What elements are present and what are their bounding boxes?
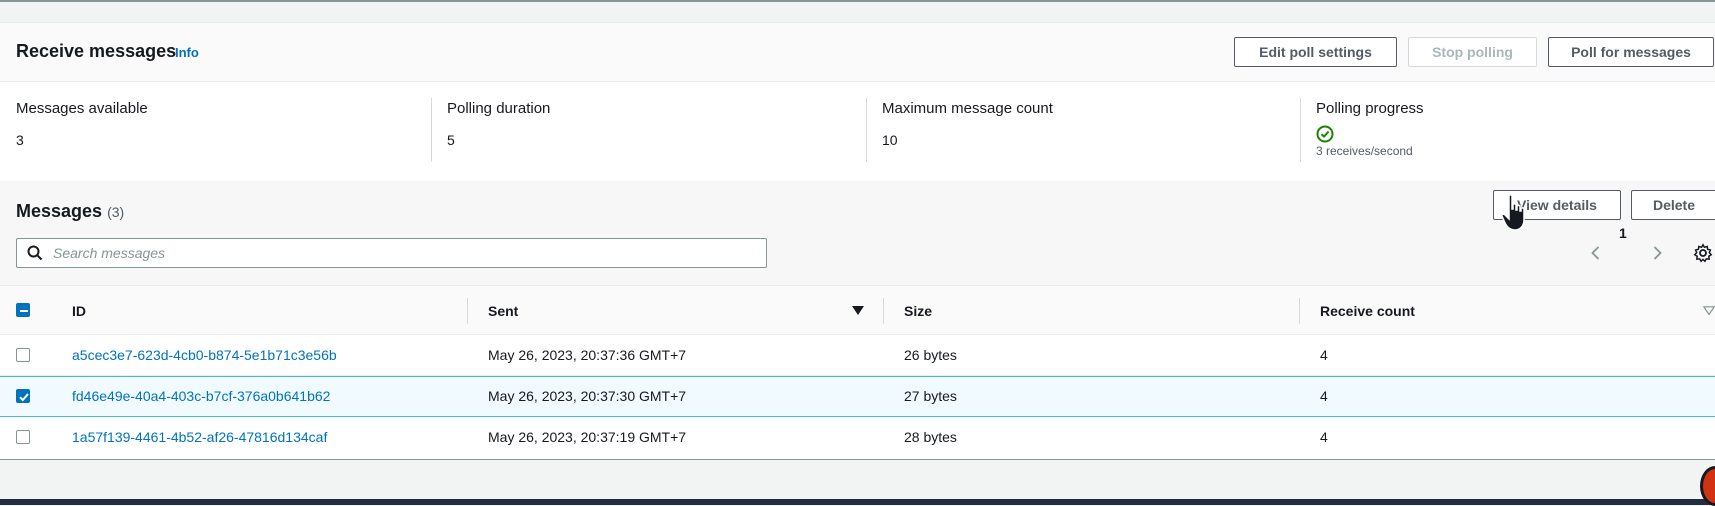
- stop-polling-button[interactable]: Stop polling: [1408, 37, 1537, 67]
- column-header-receive-count[interactable]: Receive count: [1320, 303, 1415, 319]
- messages-section: Messages (3) View details Delete 1: [0, 181, 1715, 285]
- delete-button[interactable]: Delete: [1631, 190, 1715, 220]
- message-id-link[interactable]: fd46e49e-40a4-403c-b7cf-376a0b641b62: [72, 388, 330, 404]
- receive-count-cell: 4: [1320, 388, 1328, 404]
- column-header-id[interactable]: ID: [72, 303, 86, 319]
- column-divider: [1299, 298, 1300, 324]
- panel-title: Receive messages: [16, 41, 177, 61]
- search-input[interactable]: [53, 239, 753, 267]
- checkmark-icon: [19, 393, 29, 402]
- messages-count: (3): [107, 204, 125, 220]
- indeterminate-icon: [20, 310, 28, 312]
- edit-poll-settings-button[interactable]: Edit poll settings: [1234, 37, 1397, 67]
- size-cell: 28 bytes: [904, 429, 957, 445]
- message-id-link[interactable]: a5cec3e7-623d-4cb0-b874-5e1b71c3e56b: [72, 347, 337, 363]
- receive-count-cell: 4: [1320, 429, 1328, 445]
- stat-label: Polling duration: [447, 100, 551, 117]
- stat-label: Polling progress: [1316, 100, 1424, 117]
- receive-messages-header: Receive messages Info Edit poll settings…: [0, 22, 1715, 82]
- table-row-selected[interactable]: fd46e49e-40a4-403c-b7cf-376a0b641b62 May…: [0, 376, 1715, 417]
- table-row[interactable]: a5cec3e7-623d-4cb0-b874-5e1b71c3e56b May…: [0, 335, 1715, 376]
- page-number[interactable]: 1: [1619, 225, 1627, 241]
- select-all-checkbox[interactable]: [16, 303, 30, 317]
- messages-table: ID Sent Size Receive count a5cec3e7-623d…: [0, 285, 1715, 460]
- stat-label: Messages available: [16, 100, 148, 117]
- sort-icon[interactable]: [1703, 306, 1715, 316]
- messages-title-text: Messages: [16, 201, 103, 221]
- gear-icon[interactable]: [1693, 243, 1713, 263]
- stat-value: 10: [882, 132, 898, 148]
- stat-messages-available: Messages available 3: [0, 82, 430, 162]
- table-row[interactable]: 1a57f139-4461-4b52-af26-47816d134caf May…: [0, 417, 1715, 458]
- divider: [431, 98, 432, 162]
- stat-polling-progress: Polling progress 3 receives/second: [1300, 82, 1715, 162]
- sent-cell: May 26, 2023, 20:37:30 GMT+7: [488, 388, 687, 404]
- search-icon: [27, 245, 43, 261]
- column-header-size[interactable]: Size: [904, 303, 932, 319]
- stat-polling-duration: Polling duration 5: [431, 82, 866, 162]
- poll-for-messages-button[interactable]: Poll for messages: [1548, 37, 1714, 67]
- search-box[interactable]: [16, 238, 767, 268]
- size-cell: 26 bytes: [904, 347, 957, 363]
- stat-label: Maximum message count: [882, 100, 1053, 117]
- chevron-left-icon[interactable]: [1586, 243, 1606, 263]
- top-divider: [0, 0, 1715, 22]
- row-checkbox[interactable]: [16, 430, 30, 444]
- messages-title: Messages (3): [16, 201, 124, 222]
- message-id-link[interactable]: 1a57f139-4461-4b52-af26-47816d134caf: [72, 429, 327, 445]
- row-checkbox[interactable]: [16, 348, 30, 362]
- divider: [1300, 98, 1301, 162]
- chevron-right-icon[interactable]: [1647, 243, 1667, 263]
- info-link[interactable]: Info: [175, 45, 199, 60]
- column-divider: [467, 298, 468, 324]
- polling-rate-text: 3 receives/second: [1316, 144, 1413, 158]
- hand-cursor-icon: [1501, 194, 1525, 231]
- table-header: ID Sent Size Receive count: [0, 285, 1715, 335]
- footer-bar: [0, 499, 1715, 505]
- sent-cell: May 26, 2023, 20:37:19 GMT+7: [488, 429, 687, 445]
- stat-value: 5: [447, 132, 455, 148]
- stat-value: 3: [16, 132, 24, 148]
- stat-maximum-message-count: Maximum message count 10: [866, 82, 1300, 162]
- sent-cell: May 26, 2023, 20:37:36 GMT+7: [488, 347, 687, 363]
- column-header-sent[interactable]: Sent: [488, 303, 518, 319]
- size-cell: 27 bytes: [904, 388, 957, 404]
- polling-stats: Messages available 3 Polling duration 5 …: [0, 82, 1715, 181]
- check-circle-icon: [1316, 125, 1334, 143]
- sort-descending-icon[interactable]: [852, 306, 864, 316]
- column-divider: [883, 298, 884, 324]
- receive-count-cell: 4: [1320, 347, 1328, 363]
- divider: [866, 98, 867, 162]
- row-checkbox[interactable]: [16, 389, 30, 403]
